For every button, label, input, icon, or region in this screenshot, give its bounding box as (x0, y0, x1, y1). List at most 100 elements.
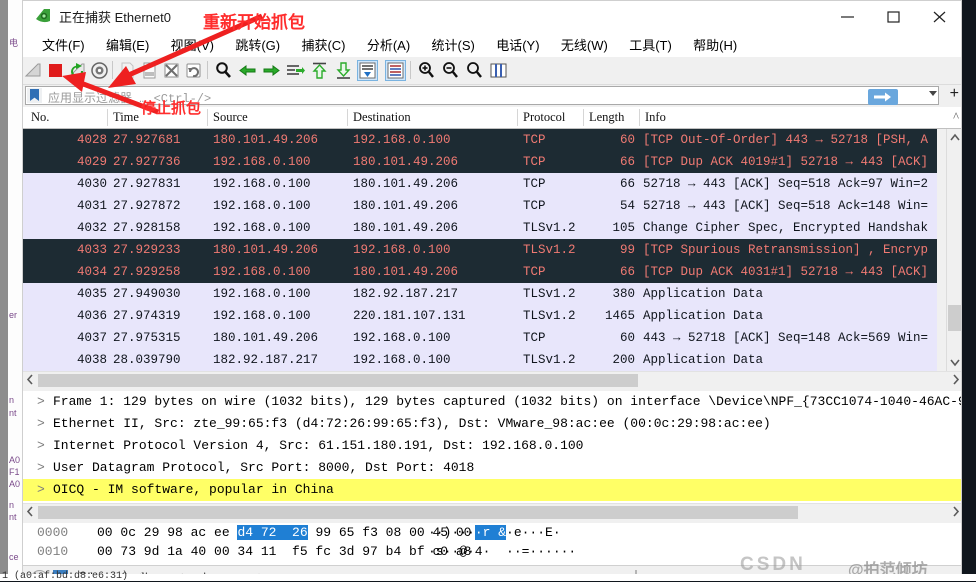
scrollbar-thumb[interactable] (948, 305, 961, 331)
menu-statistics[interactable]: 统计(S) (423, 31, 484, 58)
column-divider[interactable] (207, 109, 208, 126)
column-divider[interactable] (347, 109, 348, 126)
go-last-packet-icon[interactable] (333, 60, 354, 81)
column-header-destination[interactable]: Destination (353, 110, 411, 125)
packet-destination: 192.168.0.100 (353, 243, 451, 257)
hex-row[interactable]: 0010 00 73 9d 1a 40 00 34 11 f5 fc 3d 97 … (23, 542, 961, 561)
hscrollbar-thumb[interactable] (38, 506, 798, 519)
close-button[interactable] (917, 1, 961, 31)
column-header-info[interactable]: Info (645, 110, 666, 125)
zoom-in-icon[interactable] (416, 60, 437, 81)
table-row[interactable]: 4030 27.927831 192.168.0.100 180.101.49.206… (23, 173, 937, 195)
packet-list-scrollbar[interactable] (946, 129, 961, 371)
menu-wireless[interactable]: 无线(W) (552, 31, 617, 58)
table-row[interactable]: 4032 27.928158 192.168.0.100 180.101.49.206… (23, 217, 937, 239)
table-row[interactable]: 4034 27.929258 192.168.0.100 180.101.49.206… (23, 261, 937, 283)
packet-protocol: TCP (523, 133, 546, 147)
detail-text: OICQ - IM software, popular in China (53, 482, 334, 497)
packet-time: 28.039790 (113, 353, 181, 367)
hscrollbar-track[interactable] (38, 505, 948, 519)
auto-scroll-icon[interactable] (357, 60, 378, 81)
table-row[interactable]: 4031 27.927872 192.168.0.100 180.101.49.206… (23, 195, 937, 217)
table-row[interactable]: 4033 27.929233 180.101.49.206 192.168.0.100… (23, 239, 937, 261)
column-header-source[interactable]: Source (213, 110, 248, 125)
add-filter-button[interactable]: + (950, 86, 959, 102)
packet-no: 4032 (76, 221, 107, 235)
column-divider[interactable] (639, 109, 640, 126)
scroll-right-arrow-icon[interactable] (948, 372, 961, 387)
column-options-icon[interactable]: ^ (953, 110, 959, 125)
detail-row[interactable]: > Ethernet II, Src: zte_99:65:f3 (d4:72:2… (23, 413, 961, 435)
apply-filter-button[interactable] (868, 89, 898, 105)
background-window-bottom: 1 (a0:af:bd:d8:e6:31) (0, 571, 976, 582)
table-row[interactable]: 4029 27.927736 192.168.0.100 180.101.49.206… (23, 151, 937, 173)
expand-chevron-icon[interactable]: > (37, 438, 45, 453)
packet-time: 27.927831 (113, 177, 181, 191)
packet-source: 192.168.0.100 (213, 265, 311, 279)
packet-time: 27.928158 (113, 221, 181, 235)
detail-row[interactable]: > User Datagram Protocol, Src Port: 8000,… (23, 457, 961, 479)
packet-length: 99 (619, 243, 635, 257)
packet-no: 4037 (76, 331, 107, 345)
packet-details-pane: > Frame 1: 129 bytes on wire (1032 bits),… (23, 391, 961, 503)
detail-row[interactable]: > OICQ - IM software, popular in China (23, 479, 961, 501)
detail-text: Ethernet II, Src: zte_99:65:f3 (d4:72:26… (53, 416, 771, 431)
ascii-bytes-part: ·e···E· (506, 525, 561, 540)
scroll-down-arrow-icon[interactable] (947, 354, 961, 371)
hex-bytes: 00 73 9d 1a 40 00 34 11 f5 fc 3d 97 b4 b… (97, 544, 471, 559)
packet-info: [TCP Out-Of-Order] 443 → 52718 [PSH, A (643, 133, 929, 147)
table-row[interactable]: 4028 27.927681 180.101.49.206 192.168.0.100… (23, 129, 937, 151)
scroll-up-arrow-icon[interactable] (947, 129, 961, 146)
column-header-length[interactable]: Length (589, 110, 624, 125)
packet-length: 60 (619, 133, 635, 147)
menu-analyze[interactable]: 分析(A) (358, 31, 419, 58)
expand-chevron-icon[interactable]: > (37, 460, 45, 475)
zoom-reset-icon[interactable] (464, 60, 485, 81)
column-divider[interactable] (583, 109, 584, 126)
packet-protocol: TCP (523, 199, 546, 213)
packet-protocol: TLSv1.2 (523, 243, 576, 257)
packet-protocol: TLSv1.2 (523, 221, 576, 235)
packet-destination: 220.181.107.131 (353, 309, 466, 323)
hscrollbar-thumb[interactable] (38, 374, 638, 387)
detail-row[interactable]: > Frame 1: 129 bytes on wire (1032 bits),… (23, 391, 961, 413)
packet-info: [TCP Dup ACK 4019#1] 52718 → 443 [ACK] (643, 155, 929, 169)
packet-source: 182.92.187.217 (213, 353, 319, 367)
packet-list-hscrollbar[interactable] (23, 371, 961, 387)
menu-telephony[interactable]: 电话(Y) (487, 31, 548, 58)
table-row[interactable]: 4038 28.039790 182.92.187.217 192.168.0.100… (23, 349, 937, 371)
packet-time: 27.975315 (113, 331, 181, 345)
resize-columns-icon[interactable] (488, 60, 509, 81)
zoom-out-icon[interactable] (440, 60, 461, 81)
minimize-button[interactable] (825, 1, 871, 31)
menu-help[interactable]: 帮助(H) (684, 31, 746, 58)
packet-time: 27.974319 (113, 309, 181, 323)
packet-info: Change Cipher Spec, Encrypted Handshak (643, 221, 929, 235)
expand-chevron-icon[interactable]: > (37, 416, 45, 431)
details-hscrollbar[interactable] (23, 503, 961, 519)
packet-length: 54 (619, 199, 635, 213)
scroll-left-arrow-icon[interactable] (23, 504, 38, 519)
table-row[interactable]: 4036 27.974319 192.168.0.100 220.181.107.13… (23, 305, 937, 327)
packet-source: 192.168.0.100 (213, 199, 311, 213)
table-row[interactable]: 4035 27.949030 192.168.0.100 182.92.187.217… (23, 283, 937, 305)
ascii-bytes-part: ·s··@·4· ··=······ (428, 544, 577, 559)
menu-tools[interactable]: 工具(T) (620, 31, 681, 58)
scroll-right-arrow-icon[interactable] (948, 504, 961, 519)
detail-row[interactable]: > Internet Protocol Version 4, Src: 61.15… (23, 435, 961, 457)
go-first-packet-icon[interactable] (309, 60, 330, 81)
chevron-down-icon[interactable] (929, 91, 937, 96)
table-row[interactable]: 4037 27.975315 180.101.49.206 192.168.0.100… (23, 327, 937, 349)
column-header-protocol[interactable]: Protocol (523, 110, 565, 125)
hex-bytes-part: 00 0c 29 98 ac ee (97, 525, 238, 540)
hscrollbar-track[interactable] (38, 373, 948, 387)
expand-chevron-icon[interactable]: > (37, 394, 45, 409)
packet-no: 4028 (76, 133, 107, 147)
hex-row[interactable]: 0000 00 0c 29 98 ac ee d4 72 26 99 65 f3 … (23, 523, 961, 542)
scroll-left-arrow-icon[interactable] (23, 372, 38, 387)
packet-destination: 192.168.0.100 (353, 133, 451, 147)
colorize-icon[interactable] (385, 60, 406, 81)
maximize-button[interactable] (871, 1, 917, 31)
expand-chevron-icon[interactable]: > (37, 482, 45, 497)
column-divider[interactable] (517, 109, 518, 126)
